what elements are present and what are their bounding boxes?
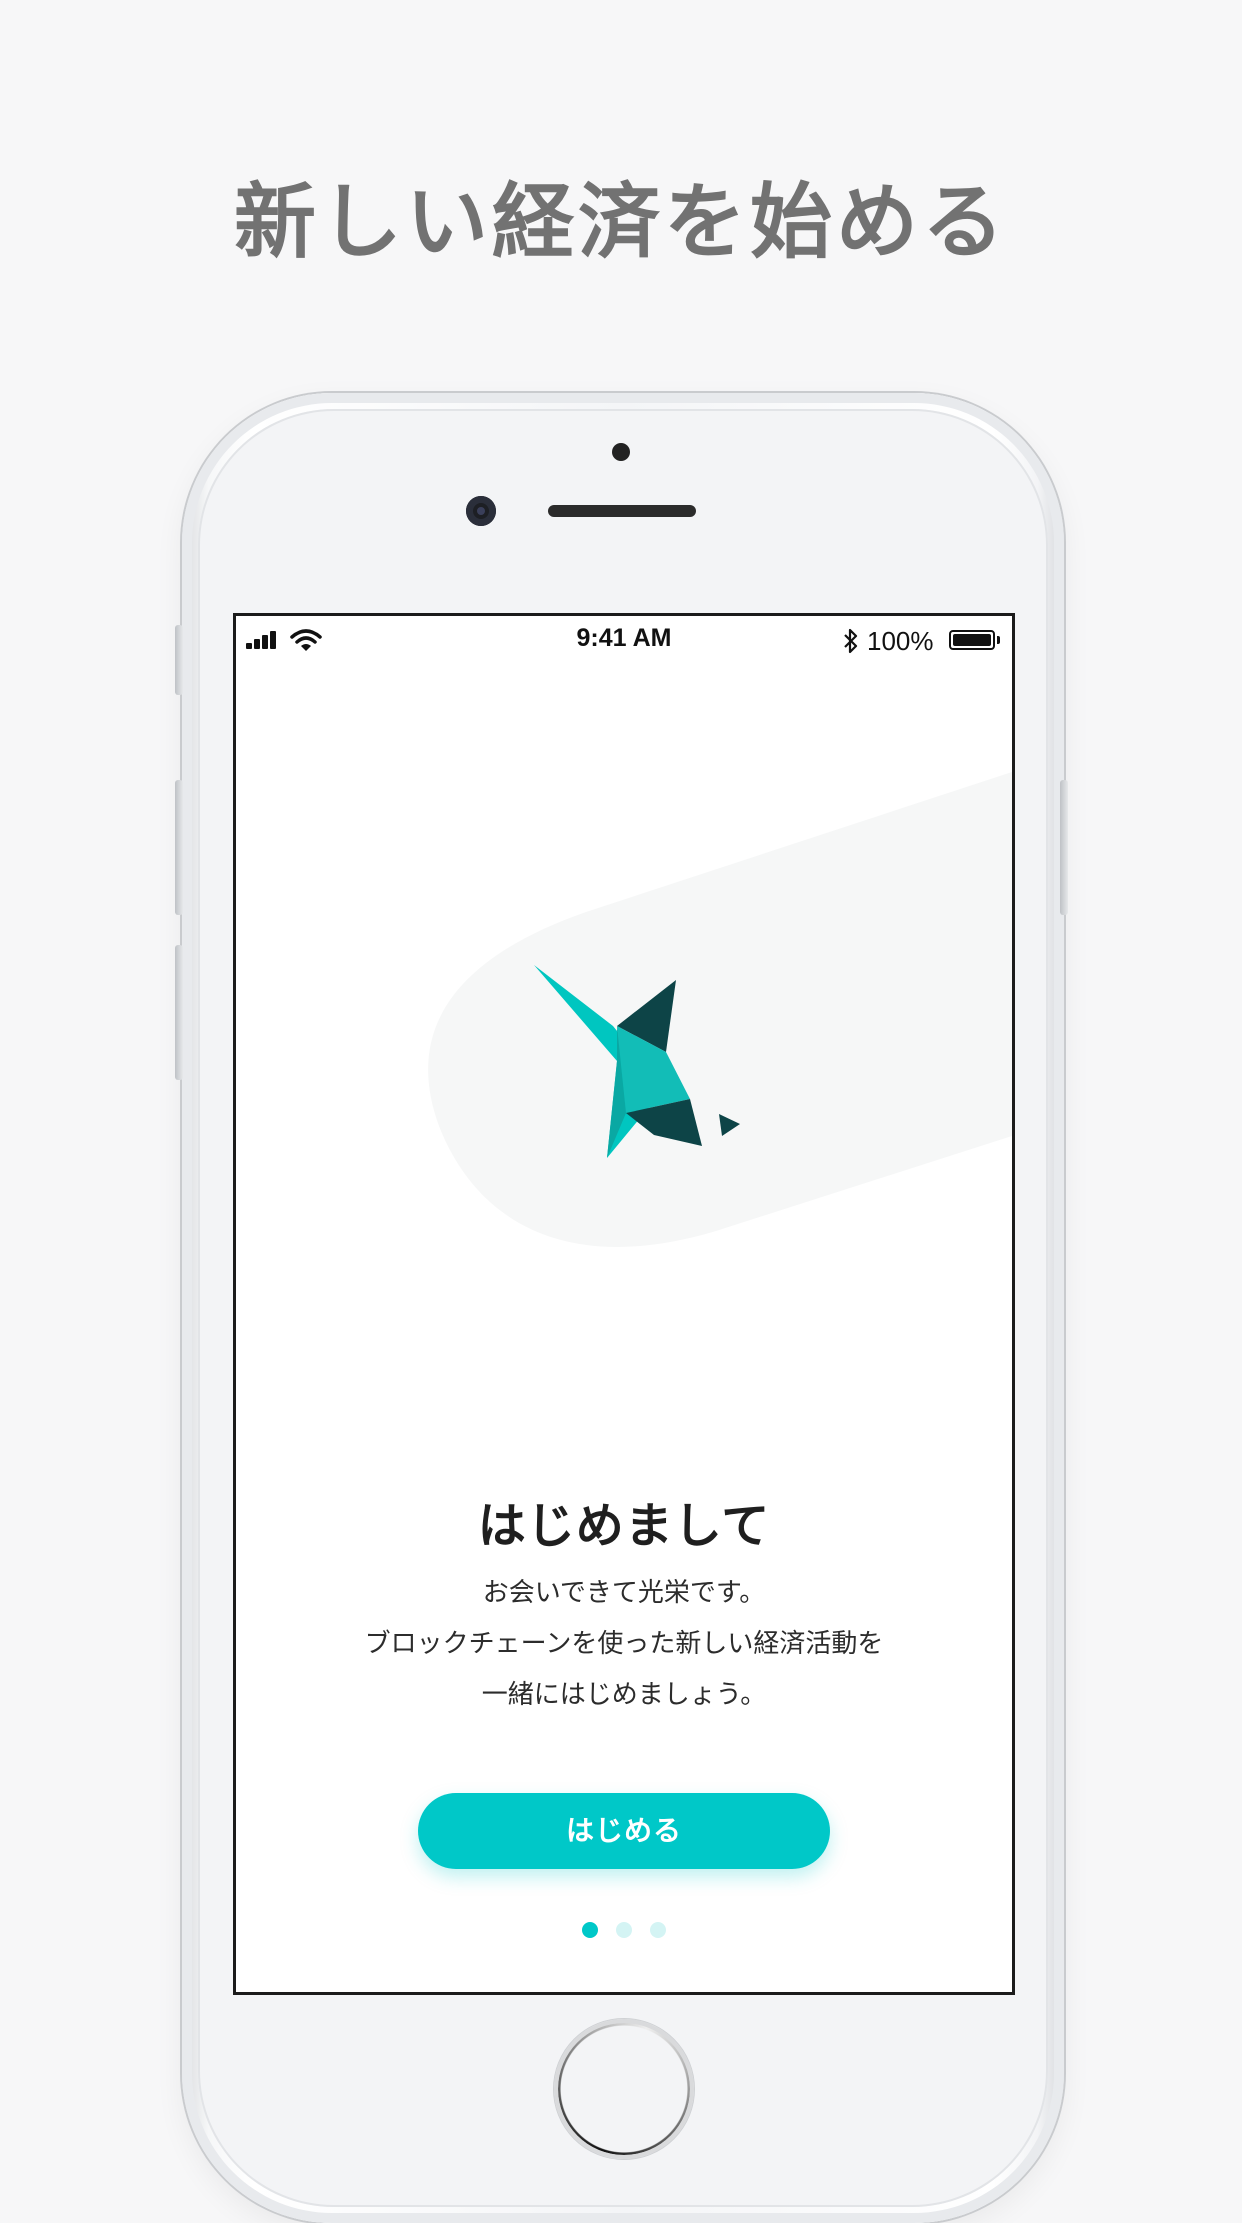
earpiece-speaker <box>548 505 696 517</box>
page-dot-3[interactable] <box>650 1922 666 1938</box>
page-indicator <box>236 1922 1012 1940</box>
page-headline: 新しい経済を始める <box>233 175 1008 270</box>
welcome-line-2: ブロックチェーンを使った新しい経済活動を <box>364 1629 884 1659</box>
front-camera <box>466 496 496 526</box>
page-dot-2[interactable] <box>616 1922 632 1938</box>
volume-up-button <box>175 780 183 915</box>
phone-screen: 9:41 AM 100% はじめまして お会いできて光栄です。 ブロックチェーン… <box>233 613 1015 1995</box>
origami-logo <box>534 965 740 1158</box>
welcome-line-1: お会いできて光栄です。 <box>482 1578 766 1608</box>
volume-down-button <box>175 945 183 1080</box>
welcome-line-3: 一緒にはじめましょう。 <box>481 1680 767 1710</box>
mute-switch <box>175 625 183 695</box>
page-dot-1[interactable] <box>582 1922 598 1938</box>
proximity-sensor <box>612 443 630 461</box>
start-button[interactable]: はじめる <box>418 1793 830 1869</box>
home-button[interactable] <box>553 2018 695 2160</box>
welcome-title: はじめまして <box>477 1498 771 1554</box>
power-button <box>1060 780 1068 915</box>
